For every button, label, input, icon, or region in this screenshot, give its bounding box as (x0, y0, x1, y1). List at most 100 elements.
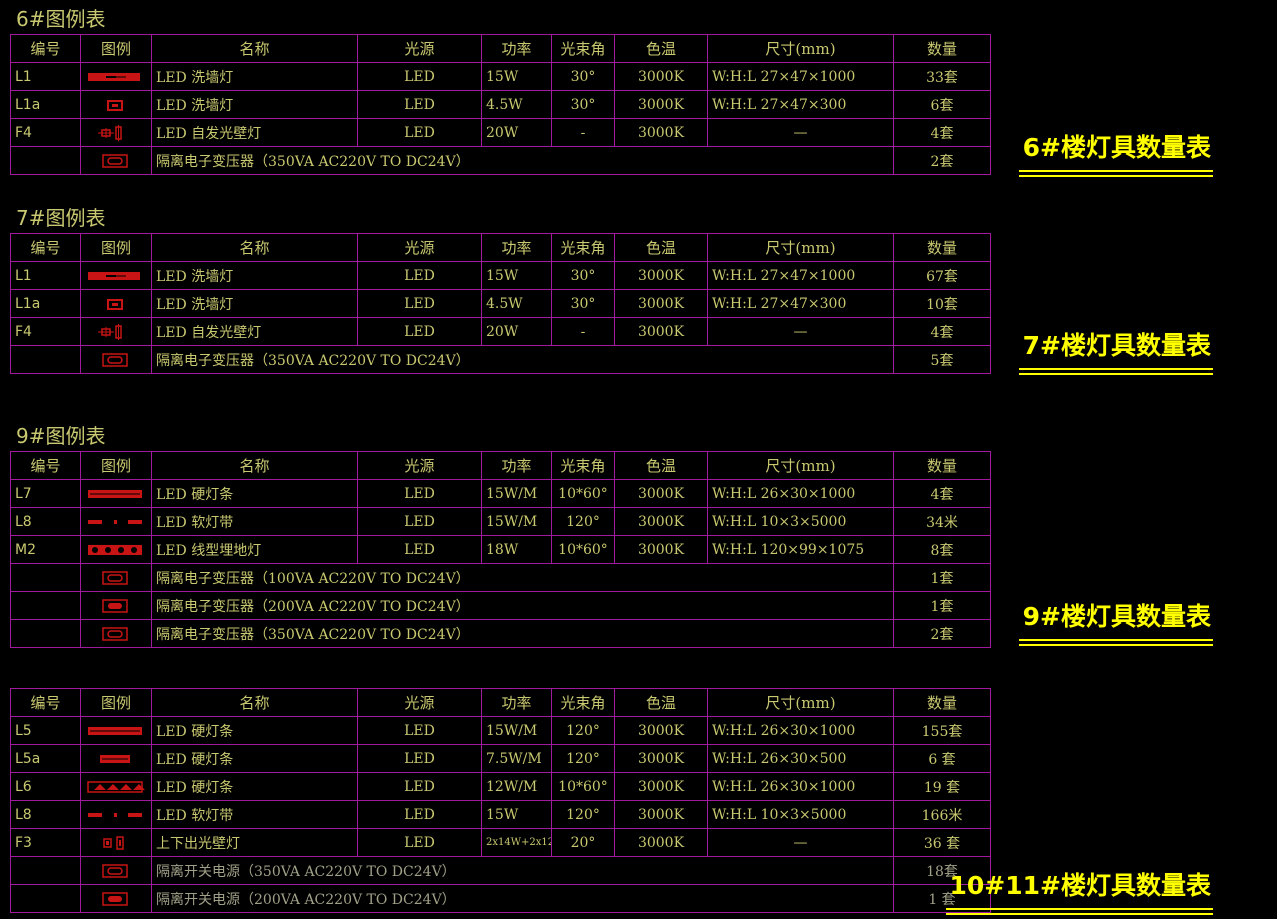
empty-code-cell (10, 563, 81, 592)
legend-symbol-cell (80, 317, 152, 346)
beam-angle: 30° (551, 62, 615, 91)
table-row: L5a LED 硬灯条 LED 7.5W/M 120° 3000K W:H:L 26×30×… (10, 744, 991, 773)
column-header: 编号 (10, 451, 81, 480)
column-header: 功率 (481, 233, 552, 262)
fixture-name: LED 软灯带 (151, 507, 358, 536)
color-temperature: 3000K (614, 479, 708, 508)
dimensions: W:H:L 26×30×1000 (707, 479, 894, 508)
quantity: 10套 (893, 289, 991, 318)
legend-symbol-cell (80, 535, 152, 564)
quantity: 1套 (893, 591, 991, 620)
transformer-icon (86, 863, 146, 879)
column-header: 色温 (614, 688, 708, 717)
legend-symbol-cell (80, 716, 152, 745)
light-source: LED (357, 744, 482, 773)
accessory-description: 隔离电子变压器（350VA AC220V TO DC24V） (151, 146, 894, 175)
wall-lamp-icon (86, 124, 146, 141)
quantity-table-heading: 7#楼灯具数量表 (1018, 326, 1213, 375)
column-header: 图例 (80, 451, 152, 480)
empty-code-cell (10, 345, 81, 374)
column-header: 功率 (481, 34, 552, 63)
legend-table: 编号 图例 名称 光源 功率 光束角 色温 尺寸(mm) 数量 L1 LED 洗墙灯 LED 15W 30… (10, 34, 991, 175)
column-header: 数量 (893, 451, 991, 480)
empty-code-cell (10, 146, 81, 175)
fixture-name: LED 线型埋地灯 (151, 535, 358, 564)
power: 15W (481, 800, 552, 829)
legend-symbol-cell (80, 507, 152, 536)
fixture-name: LED 软灯带 (151, 800, 358, 829)
hard-strip-icon (86, 486, 146, 502)
table-row: 隔离电子变压器（350VA AC220V TO DC24V） 5套 (10, 345, 991, 374)
light-source: LED (357, 317, 482, 346)
quantity: 2套 (893, 146, 991, 175)
empty-code-cell (10, 884, 81, 913)
fixture-name: LED 硬灯条 (151, 716, 358, 745)
quantity: 19 套 (893, 772, 991, 801)
color-temperature: 3000K (614, 772, 708, 801)
table-row: 隔离开关电源（200VA AC220V TO DC24V） 1 套 (10, 884, 991, 913)
light-source: LED (357, 479, 482, 508)
legend-table: 编号 图例 名称 光源 功率 光束角 色温 尺寸(mm) 数量 L1 LED 洗墙灯 LED 15W 30… (10, 233, 991, 374)
fixture-name: 上下出光壁灯 (151, 828, 358, 857)
beam-angle: 120° (551, 744, 615, 773)
quantity: 8套 (893, 535, 991, 564)
power: 4.5W (481, 90, 552, 119)
color-temperature: 3000K (614, 90, 708, 119)
soft-strip-icon (86, 807, 146, 823)
empty-code-cell (10, 856, 81, 885)
column-header: 功率 (481, 451, 552, 480)
transformer-solid-icon (86, 891, 146, 907)
legend-symbol-cell (80, 619, 152, 648)
dimensions: W:H:L 27×47×300 (707, 289, 894, 318)
transformer-icon (86, 153, 146, 169)
light-source: LED (357, 828, 482, 857)
table-header-row: 编号 图例 名称 光源 功率 光束角 色温 尺寸(mm) 数量 (10, 451, 991, 480)
table-row: F4 LED 自发光壁灯 LED 20W -3000K —4套 (10, 118, 991, 147)
beam-angle: 120° (551, 507, 615, 536)
section-title: 7#图例表 (16, 206, 106, 230)
triangle-strip-icon (86, 779, 146, 795)
light-source: LED (357, 62, 482, 91)
table-header-row: 编号 图例 名称 光源 功率 光束角 色温 尺寸(mm) 数量 (10, 233, 991, 262)
strip-short-icon (86, 97, 146, 113)
fixture-name: LED 洗墙灯 (151, 261, 358, 290)
fixture-name: LED 自发光壁灯 (151, 118, 358, 147)
column-header: 光束角 (551, 34, 615, 63)
dimensions: W:H:L 27×47×1000 (707, 62, 894, 91)
table-row: L6 LED 硬灯条 LED 12W/M 10*60° 3000K W:H:L 26×30×… (10, 772, 991, 801)
quantity: 155套 (893, 716, 991, 745)
transformer-icon (86, 352, 146, 368)
dimensions: W:H:L 120×99×1075 (707, 535, 894, 564)
light-source: LED (357, 289, 482, 318)
power: 12W/M (481, 772, 552, 801)
light-source: LED (357, 261, 482, 290)
beam-angle: 30° (551, 90, 615, 119)
accessory-description: 隔离开关电源（350VA AC220V TO DC24V） (151, 856, 894, 885)
quantity-table-heading: 9#楼灯具数量表 (1018, 597, 1213, 646)
power: 20W (481, 317, 552, 346)
legend-table: 编号 图例 名称 光源 功率 光束角 色温 尺寸(mm) 数量 L5 LED 硬灯条 LED 15W/M… (10, 688, 991, 913)
fixture-name: LED 自发光壁灯 (151, 317, 358, 346)
beam-angle: 10*60° (551, 479, 615, 508)
wall-lamp-icon (86, 323, 146, 340)
table-row: L1 LED 洗墙灯 LED 15W 30° 3000K W:H:L 27×47×1000 3… (10, 62, 991, 91)
fixture-name: LED 硬灯条 (151, 479, 358, 508)
table-row: L8 LED 软灯带 LED 15W 120° 3000K W:H:L 10×3×5000 1… (10, 800, 991, 829)
table-header-row: 编号 图例 名称 光源 功率 光束角 色温 尺寸(mm) 数量 (10, 688, 991, 717)
column-header: 尺寸(mm) (707, 451, 894, 480)
color-temperature: 3000K (614, 800, 708, 829)
table-row: 隔离电子变压器（350VA AC220V TO DC24V） 2套 (10, 619, 991, 648)
fixture-code: F4 (10, 317, 81, 346)
accessory-description: 隔离开关电源（200VA AC220V TO DC24V） (151, 884, 894, 913)
legend-symbol-cell (80, 772, 152, 801)
quantity: 2套 (893, 619, 991, 648)
column-header: 数量 (893, 34, 991, 63)
legend-symbol-cell (80, 118, 152, 147)
legend-symbol-cell (80, 62, 152, 91)
light-source: LED (357, 716, 482, 745)
column-header: 光源 (357, 34, 482, 63)
dimensions: W:H:L 26×30×1000 (707, 716, 894, 745)
column-header: 光源 (357, 233, 482, 262)
column-header: 图例 (80, 34, 152, 63)
quantity: 36 套 (893, 828, 991, 857)
